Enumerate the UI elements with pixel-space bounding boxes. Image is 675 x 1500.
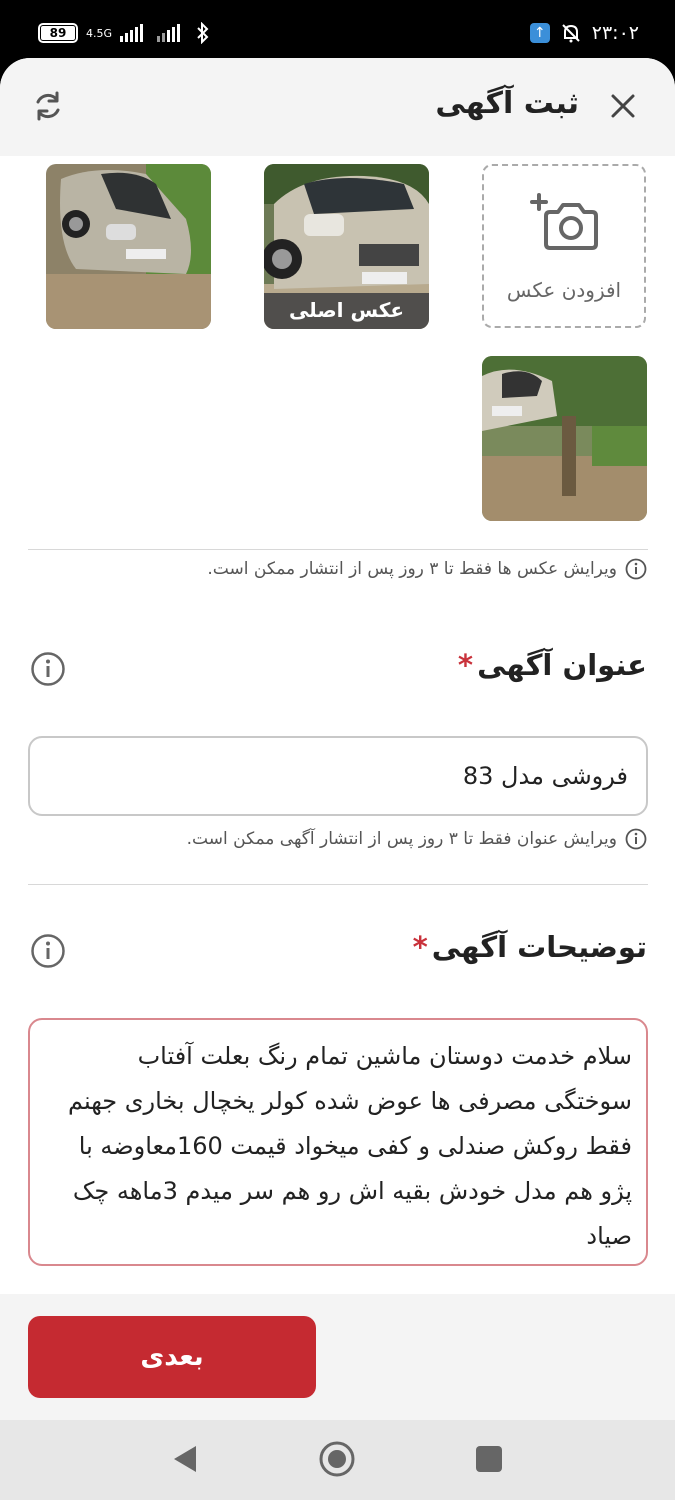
ad-title-label: عنوان آگهی* [457,648,647,682]
photo-main[interactable]: عکس اصلی [264,164,429,329]
photo-edit-note-text: ویرایش عکس ها فقط تا ۳ روز پس از انتشار … [207,559,617,579]
required-mark: * [412,930,428,964]
car-photo-image [482,356,647,521]
signal-icon-2 [157,24,181,42]
status-left: 89 4.5G [38,22,210,44]
system-nav-bar [0,1420,675,1500]
network-type: 4.5G [86,26,113,40]
main-photo-tag: عکس اصلی [264,293,429,329]
info-icon [625,828,647,850]
ad-description-textarea[interactable]: سلام خدمت دوستان ماشین تمام رنگ بعلت آفت… [28,1018,648,1266]
next-button[interactable]: بعدی [28,1316,316,1398]
info-icon[interactable] [30,651,66,687]
car-photo-image [46,164,211,329]
refresh-icon[interactable] [30,88,66,124]
footer-bar: بعدی [0,1294,675,1420]
post-ad-sheet: ثبت آگهی افزودن عکس عکس اصلی ویرایش عکس … [0,58,675,1420]
divider [28,549,648,550]
add-camera-icon [530,193,598,250]
title-edit-note-text: ویرایش عنوان فقط تا ۳ روز پس از انتشار آ… [186,829,617,849]
required-mark: * [457,648,474,682]
upload-icon: ↑ [529,23,550,43]
bell-off-icon [562,24,580,43]
info-icon[interactable] [30,933,66,969]
add-photo-label: افزودن عکس [506,278,622,302]
title-edit-note: ویرایش عنوان فقط تا ۳ روز پس از انتشار آ… [187,828,647,850]
info-icon [625,558,647,580]
status-bar: 89 4.5G ↑ ۲۳:۰۲ [0,0,675,66]
bluetooth-icon [197,22,209,44]
recents-icon[interactable] [476,1446,502,1472]
clock: ۲۳:۰۲ [591,22,639,44]
battery-indicator: 89 [38,23,78,43]
divider [28,884,648,885]
photo-3[interactable] [482,356,647,521]
photo-edit-note: ویرایش عکس ها فقط تا ۳ روز پس از انتشار … [207,558,647,580]
back-icon[interactable] [172,1444,198,1474]
home-icon[interactable] [318,1440,356,1478]
photo-2[interactable] [46,164,211,329]
add-photo-button[interactable]: افزودن عکس [482,164,646,328]
status-right: ↑ ۲۳:۰۲ [529,22,639,44]
page-title: ثبت آگهی [435,86,579,121]
close-icon[interactable] [605,88,641,124]
ad-title-input[interactable]: فروشی مدل 83 [28,736,648,816]
signal-icon [120,24,144,42]
ad-description-label: توضیحات آگهی* [412,930,647,964]
top-bar: ثبت آگهی [0,58,675,156]
